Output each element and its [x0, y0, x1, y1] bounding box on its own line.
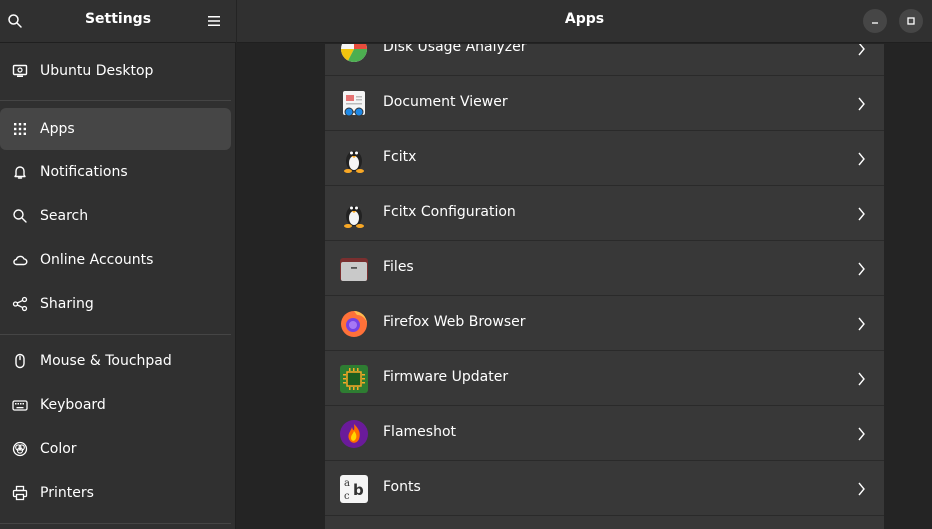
app-name: Disk Usage Analyzer: [383, 44, 527, 55]
app-row-files[interactable]: Files: [325, 242, 884, 296]
fcitx-icon: [344, 151, 364, 173]
chevron-right-icon: [858, 317, 865, 331]
printer-icon: [12, 485, 28, 501]
sidebar-item-label: Apps: [40, 121, 75, 137]
flameshot-icon: [340, 420, 368, 448]
sidebar-item-label: Ubuntu Desktop: [40, 63, 154, 79]
sidebar-item-label: Keyboard: [40, 397, 106, 413]
apps-grid-icon: [12, 121, 28, 137]
svg-text:b: b: [353, 481, 364, 499]
app-name: Firefox Web Browser: [383, 314, 526, 330]
minimize-icon: [872, 22, 878, 24]
app-row-fcitx[interactable]: Fcitx: [325, 132, 884, 186]
search-icon: [12, 208, 28, 224]
sidebar-item-label: Mouse & Touchpad: [40, 353, 172, 369]
app-row-fonts[interactable]: a c b Fonts: [325, 462, 884, 516]
app-name: Document Viewer: [383, 94, 508, 110]
app-name: Fonts: [383, 479, 421, 495]
sidebar-header: Settings: [0, 0, 236, 43]
app-row-fcitx-configuration[interactable]: Fcitx Configuration: [325, 187, 884, 241]
sidebar-divider: [0, 100, 231, 101]
document-viewer-icon: [343, 91, 365, 117]
app-name: Files: [383, 259, 414, 275]
app-row-document-viewer[interactable]: Document Viewer: [325, 77, 884, 131]
sidebar-item-color[interactable]: Color: [0, 428, 231, 470]
maximize-button[interactable]: [899, 9, 923, 33]
bell-icon: [12, 164, 28, 180]
sidebar-item-sharing[interactable]: Sharing: [0, 283, 231, 325]
chevron-right-icon: [858, 152, 865, 166]
chevron-right-icon: [858, 482, 865, 496]
sidebar-item-label: Color: [40, 441, 77, 457]
app-row-flameshot[interactable]: Flameshot: [325, 407, 884, 461]
sidebar-item-label: Online Accounts: [40, 252, 154, 268]
sidebar-item-keyboard[interactable]: Keyboard: [0, 384, 231, 426]
sidebar: Settings Ubuntu Desktop Apps Notificatio…: [0, 0, 236, 529]
svg-text:a: a: [344, 478, 350, 489]
sidebar-item-mouse-touchpad[interactable]: Mouse & Touchpad: [0, 340, 231, 382]
hamburger-menu-icon: [208, 16, 220, 26]
app-name: Firmware Updater: [383, 369, 509, 385]
sidebar-item-search[interactable]: Search: [0, 195, 231, 237]
apps-list: Disk Usage Analyzer Document Viewer Fcit…: [325, 44, 884, 529]
color-icon: [12, 441, 28, 457]
desktop-icon: [12, 63, 28, 79]
sidebar-divider: [0, 523, 231, 524]
mouse-icon: [12, 353, 28, 369]
sidebar-item-notifications[interactable]: Notifications: [0, 151, 231, 193]
sidebar-item-printers[interactable]: Printers: [0, 472, 231, 514]
sidebar-item-label: Sharing: [40, 296, 94, 312]
page-title: Apps: [564, 11, 605, 27]
sidebar-item-ubuntu-desktop[interactable]: Ubuntu Desktop: [0, 50, 231, 92]
app-row-firmware-updater[interactable]: Firmware Updater: [325, 352, 884, 406]
svg-text:c: c: [344, 491, 350, 502]
chevron-right-icon: [858, 427, 865, 441]
app-row-firefox-web-browser[interactable]: Firefox Web Browser: [325, 297, 884, 351]
fcitx-configuration-icon: [344, 206, 364, 228]
firefox-icon: [341, 311, 367, 337]
content-header: Apps: [237, 0, 932, 43]
share-icon: [12, 296, 28, 312]
chevron-right-icon: [858, 262, 865, 276]
sidebar-divider: [0, 334, 231, 335]
fonts-icon: a c b: [340, 475, 368, 503]
chevron-right-icon: [858, 97, 865, 111]
keyboard-icon: [12, 397, 28, 413]
chevron-right-icon: [858, 207, 865, 221]
disk-usage-analyzer-icon: [341, 44, 367, 62]
firmware-updater-icon: [340, 365, 368, 393]
sidebar-item-label: Notifications: [40, 164, 128, 180]
app-name: Flameshot: [383, 424, 456, 440]
app-row-disk-usage-analyzer[interactable]: Disk Usage Analyzer: [325, 44, 884, 76]
app-name: Fcitx: [383, 149, 417, 165]
chevron-right-icon: [858, 44, 865, 56]
files-icon: [340, 258, 368, 281]
cloud-icon: [12, 252, 28, 268]
app-name: Fcitx Configuration: [383, 204, 516, 220]
main-menu-button[interactable]: [201, 8, 227, 34]
maximize-icon: [907, 17, 915, 25]
sidebar-item-label: Printers: [40, 485, 94, 501]
chevron-right-icon: [858, 372, 865, 386]
sidebar-item-label: Search: [40, 208, 89, 224]
sidebar-item-apps[interactable]: Apps: [0, 108, 231, 150]
minimize-button[interactable]: [863, 9, 887, 33]
sidebar-item-online-accounts[interactable]: Online Accounts: [0, 239, 231, 281]
